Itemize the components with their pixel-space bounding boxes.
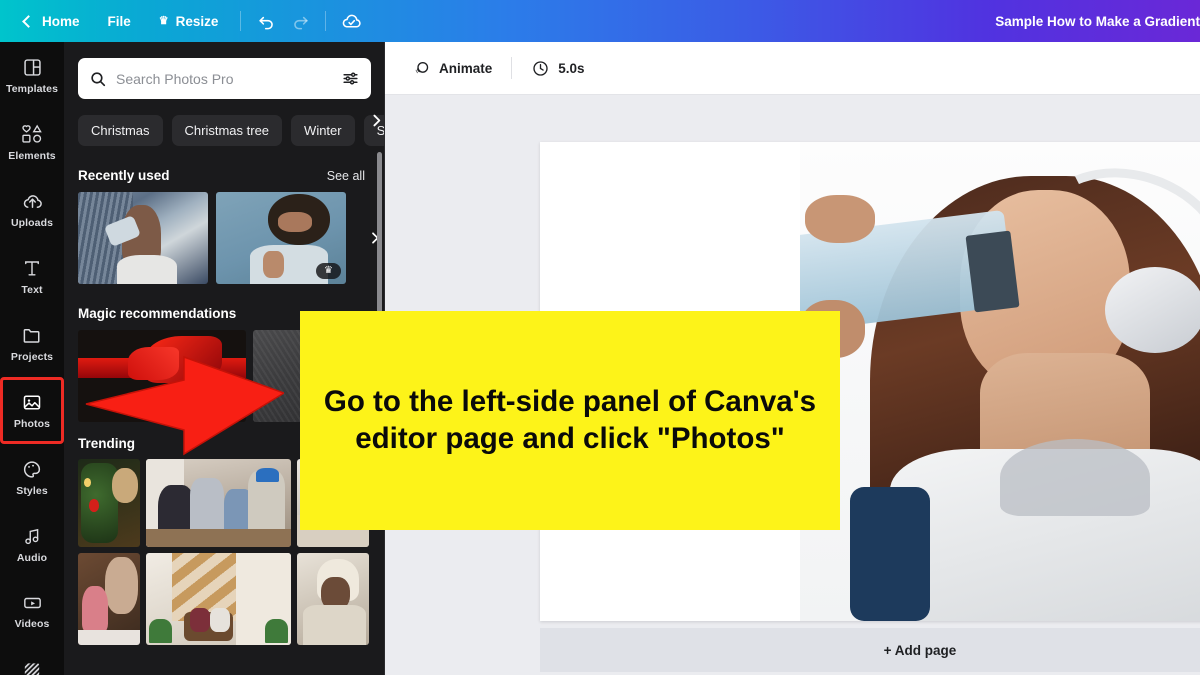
audio-icon bbox=[25, 528, 39, 544]
duration-label: 5.0s bbox=[558, 60, 585, 76]
animate-icon bbox=[415, 61, 429, 73]
resize-label: Resize bbox=[175, 13, 219, 29]
trending-photo-2[interactable] bbox=[78, 553, 140, 645]
sidebar-label-elements: Elements bbox=[8, 150, 56, 162]
sidebar-label-uploads: Uploads bbox=[10, 216, 54, 229]
elements-icon bbox=[22, 124, 42, 143]
trending-column-2 bbox=[146, 459, 291, 645]
projects-icon bbox=[23, 328, 40, 343]
left-sidebar-rail: Templates Elements Uploads Text Projects bbox=[0, 42, 64, 675]
recent-photo-1[interactable] bbox=[78, 192, 208, 284]
page-photo-element[interactable] bbox=[800, 142, 1200, 621]
sidebar-item-elements[interactable]: Elements bbox=[0, 109, 64, 176]
sidebar-item-uploads[interactable]: Uploads bbox=[0, 176, 64, 243]
clock-icon bbox=[533, 60, 548, 76]
cloud-check-icon bbox=[342, 14, 361, 28]
styles-icon bbox=[23, 460, 41, 478]
duration-button[interactable]: 5.0s bbox=[520, 52, 595, 85]
sidebar-item-text[interactable]: Text bbox=[0, 243, 64, 310]
sidebar-label-projects: Projects bbox=[10, 350, 54, 363]
recently-used-title: Recently used bbox=[78, 168, 170, 183]
filter-sliders-icon[interactable] bbox=[341, 69, 360, 88]
arrow-left-icon bbox=[85, 355, 286, 456]
uploads-icon bbox=[23, 194, 42, 208]
annotation-arrow bbox=[84, 350, 286, 458]
crown-icon: ♛ bbox=[158, 14, 169, 27]
sidebar-label-audio: Audio bbox=[16, 551, 48, 564]
toolbar-divider-2 bbox=[325, 11, 327, 31]
background-icon bbox=[24, 662, 40, 675]
resize-button[interactable]: ♛ Resize bbox=[145, 8, 233, 35]
redo-icon bbox=[294, 16, 308, 29]
canvas-toolbar-divider bbox=[511, 57, 513, 79]
chip-winter[interactable]: Winter bbox=[291, 115, 355, 146]
top-bar: Home File ♛ Resize Sample How to Make a … bbox=[0, 0, 1200, 42]
search-icon bbox=[91, 71, 106, 86]
sidebar-label-text: Text bbox=[21, 283, 43, 296]
annotation-callout-text: Go to the left-side panel of Canva's edi… bbox=[323, 384, 817, 455]
templates-icon bbox=[23, 58, 41, 76]
recently-used-row: ♛ bbox=[64, 192, 385, 284]
home-button[interactable]: Home bbox=[10, 8, 94, 35]
recently-used-header: Recently used See all bbox=[64, 146, 385, 192]
search-box[interactable] bbox=[78, 58, 371, 99]
search-suggestion-chips: Christmas Christmas tree Winter Sn bbox=[64, 99, 385, 146]
add-page-button[interactable]: + Add page bbox=[884, 643, 957, 658]
sidebar-item-videos[interactable]: Videos bbox=[0, 578, 64, 645]
chevron-right-icon bbox=[372, 114, 380, 126]
chip-christmas[interactable]: Christmas bbox=[78, 115, 163, 146]
chip-christmas-tree[interactable]: Christmas tree bbox=[171, 115, 283, 146]
magic-recommendations-title: Magic recommendations bbox=[78, 306, 237, 321]
undo-icon bbox=[259, 16, 273, 29]
undo-button[interactable] bbox=[249, 6, 283, 36]
sidebar-item-styles[interactable]: Styles bbox=[0, 444, 64, 511]
design-title[interactable]: Sample How to Make a Gradient bbox=[995, 0, 1200, 42]
canvas-toolbar: Animate 5.0s bbox=[385, 42, 1200, 95]
search-container bbox=[64, 42, 385, 99]
sidebar-label-templates: Templates bbox=[5, 82, 59, 95]
saved-status-button[interactable] bbox=[334, 6, 368, 36]
search-input[interactable] bbox=[116, 70, 332, 87]
trending-photo-1[interactable] bbox=[78, 459, 140, 547]
annotation-callout: Go to the left-side panel of Canva's edi… bbox=[300, 311, 840, 530]
sidebar-item-audio[interactable]: Audio bbox=[0, 511, 64, 578]
recent-photo-2[interactable]: ♛ bbox=[216, 192, 346, 284]
photos-icon bbox=[23, 394, 41, 410]
trending-photo-6[interactable] bbox=[297, 553, 369, 645]
sidebar-item-templates[interactable]: Templates bbox=[0, 42, 64, 109]
sidebar-label-videos: Videos bbox=[14, 618, 50, 630]
file-menu-button[interactable]: File bbox=[94, 8, 145, 35]
recently-used-see-all[interactable]: See all bbox=[327, 169, 365, 183]
redo-button[interactable] bbox=[283, 6, 317, 36]
sidebar-item-photos[interactable]: Photos bbox=[0, 377, 64, 444]
animate-button[interactable]: Animate bbox=[401, 52, 503, 85]
pro-badge: ♛ bbox=[316, 263, 341, 279]
design-title-text: Sample How to Make a Gradient bbox=[995, 13, 1200, 29]
trending-column-1 bbox=[78, 459, 140, 645]
trending-photo-3[interactable] bbox=[146, 459, 291, 547]
sidebar-label-photos: Photos bbox=[13, 417, 51, 430]
trending-photo-4[interactable] bbox=[146, 553, 291, 645]
animate-label: Animate bbox=[439, 60, 493, 76]
sidebar-item-projects[interactable]: Projects bbox=[0, 310, 64, 377]
add-page-bar: + Add page bbox=[540, 628, 1200, 672]
file-menu-label: File bbox=[107, 13, 131, 29]
top-bar-left-group: Home File ♛ Resize bbox=[0, 6, 368, 36]
sidebar-item-background[interactable]: Background bbox=[0, 645, 64, 675]
chevron-left-icon bbox=[22, 14, 35, 28]
crown-icon: ♛ bbox=[324, 265, 333, 276]
toolbar-divider-1 bbox=[240, 11, 242, 31]
text-icon bbox=[25, 260, 39, 276]
home-button-label: Home bbox=[42, 13, 80, 29]
sidebar-label-styles: Styles bbox=[16, 484, 48, 497]
videos-icon bbox=[23, 597, 41, 609]
chips-next-button[interactable] bbox=[361, 105, 385, 135]
